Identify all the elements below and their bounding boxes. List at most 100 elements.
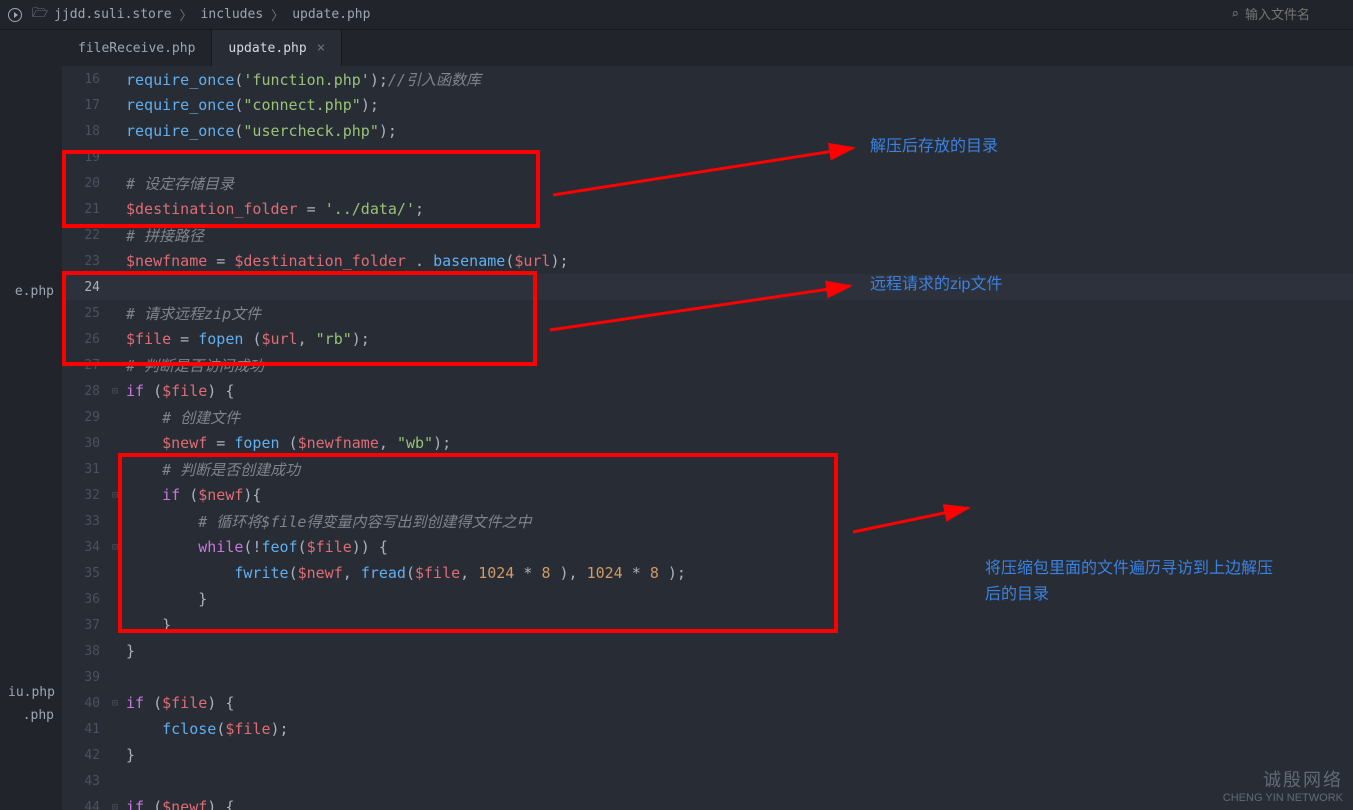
code-line[interactable]: 26 $file = fopen ($url, "rb"); — [62, 326, 1353, 352]
line-number: 37 — [62, 618, 112, 633]
code-line[interactable]: 17 require_once("connect.php"); — [62, 92, 1353, 118]
line-number: 32 — [62, 488, 112, 503]
tab-bar: fileReceive.php update.php × — [62, 30, 1353, 66]
code-line[interactable]: 19 — [62, 144, 1353, 170]
file-search[interactable]: ⌕ — [1231, 7, 1345, 22]
annotation-text: 将压缩包里面的文件遍历寻访到上边解压后的目录 — [985, 556, 1285, 607]
code-content: require_once("usercheck.php"); — [126, 122, 1353, 140]
line-number: 34 — [62, 540, 112, 555]
breadcrumb-file[interactable]: update.php — [292, 7, 370, 22]
code-line[interactable]: 41 fclose($file); — [62, 716, 1353, 742]
code-content: # 创建文件 — [126, 407, 1353, 428]
watermark-cn: 诚殷网络 — [1223, 766, 1343, 792]
code-line[interactable]: 38} — [62, 638, 1353, 664]
code-line[interactable]: 27 # 判断是否访问成功 — [62, 352, 1353, 378]
code-content: # 拼接路径 — [126, 225, 1353, 246]
code-editor[interactable]: 16require_once('function.php');//引入函数库17… — [62, 66, 1353, 810]
code-line[interactable]: 42} — [62, 742, 1353, 768]
code-line[interactable]: 25# 请求远程zip文件 — [62, 300, 1353, 326]
line-number: 44 — [62, 800, 112, 810]
line-number: 42 — [62, 748, 112, 763]
code-line[interactable]: 20 # 设定存储目录 — [62, 170, 1353, 196]
line-number: 36 — [62, 592, 112, 607]
close-icon[interactable]: × — [317, 40, 325, 56]
code-line[interactable]: 29 # 创建文件 — [62, 404, 1353, 430]
code-content: # 循环将$file得变量内容写出到创建得文件之中 — [126, 511, 1353, 532]
line-number: 21 — [62, 202, 112, 217]
line-number: 22 — [62, 228, 112, 243]
line-number: 29 — [62, 410, 112, 425]
fold-icon[interactable]: ⊟ — [112, 490, 126, 501]
line-number: 27 — [62, 358, 112, 373]
search-icon: ⌕ — [1231, 7, 1239, 22]
code-content: if ($newf){ — [126, 486, 1353, 504]
code-content: } — [126, 642, 1353, 660]
code-line[interactable]: 31 # 判断是否创建成功 — [62, 456, 1353, 482]
line-number: 38 — [62, 644, 112, 659]
code-line[interactable]: 44⊟if ($newf) { — [62, 794, 1353, 810]
tab-filereceive[interactable]: fileReceive.php — [62, 30, 212, 66]
code-content: if ($file) { — [126, 382, 1353, 400]
line-number: 35 — [62, 566, 112, 581]
breadcrumb-sep: 〉 — [180, 5, 193, 24]
line-number: 24 — [62, 280, 112, 295]
search-input[interactable] — [1245, 7, 1345, 22]
breadcrumb-project[interactable]: jjdd.suli.store — [54, 7, 171, 22]
line-number: 30 — [62, 436, 112, 451]
line-number: 28 — [62, 384, 112, 399]
code-content: $destination_folder = '../data/'; — [126, 200, 1353, 218]
fold-icon[interactable]: ⊟ — [112, 698, 126, 709]
line-number: 19 — [62, 150, 112, 165]
tab-update[interactable]: update.php × — [212, 30, 342, 66]
code-line[interactable]: 30 $newf = fopen ($newfname, "wb"); — [62, 430, 1353, 456]
code-content: if ($newf) { — [126, 798, 1353, 810]
code-line[interactable]: 32⊟ if ($newf){ — [62, 482, 1353, 508]
sidebar: e.php iu.php .php — [0, 30, 62, 810]
code-line[interactable]: 16require_once('function.php');//引入函数库 — [62, 66, 1353, 92]
breadcrumb-folder[interactable]: includes — [201, 7, 264, 22]
code-line[interactable]: 40⊟if ($file) { — [62, 690, 1353, 716]
line-number: 20 — [62, 176, 112, 191]
fold-icon[interactable]: ⊟ — [112, 542, 126, 553]
code-line[interactable]: 33 # 循环将$file得变量内容写出到创建得文件之中 — [62, 508, 1353, 534]
code-content: # 判断是否访问成功 — [126, 355, 1353, 376]
code-line[interactable]: 28⊟if ($file) { — [62, 378, 1353, 404]
watermark: 诚殷网络 CHENG YIN NETWORK — [1223, 766, 1343, 804]
line-number: 23 — [62, 254, 112, 269]
watermark-en: CHENG YIN NETWORK — [1223, 792, 1343, 804]
code-content: while(!feof($file)) { — [126, 538, 1353, 556]
annotation-text: 解压后存放的目录 — [870, 132, 998, 156]
fold-icon[interactable]: ⊟ — [112, 386, 126, 397]
sidebar-item[interactable] — [0, 413, 62, 421]
line-number: 39 — [62, 670, 112, 685]
code-content: } — [126, 616, 1353, 634]
code-line[interactable]: 37 } — [62, 612, 1353, 638]
line-number: 26 — [62, 332, 112, 347]
code-line[interactable]: 21 $destination_folder = '../data/'; — [62, 196, 1353, 222]
fold-icon[interactable]: ⊟ — [112, 802, 126, 810]
code-content: $file = fopen ($url, "rb"); — [126, 330, 1353, 348]
code-content: $newfname = $destination_folder . basena… — [126, 252, 1353, 270]
line-number: 41 — [62, 722, 112, 737]
sidebar-item[interactable]: .php — [0, 704, 62, 727]
sidebar-item[interactable]: e.php — [0, 280, 62, 303]
code-content: } — [126, 746, 1353, 764]
tab-label: update.php — [228, 41, 306, 56]
code-line[interactable]: 24 — [62, 274, 1353, 300]
run-icon[interactable] — [8, 8, 22, 22]
line-number: 16 — [62, 72, 112, 87]
code-content: fclose($file); — [126, 720, 1353, 738]
line-number: 33 — [62, 514, 112, 529]
code-line[interactable]: 23 $newfname = $destination_folder . base… — [62, 248, 1353, 274]
annotation-text: 远程请求的zip文件 — [870, 270, 1002, 294]
sidebar-item[interactable]: iu.php — [0, 681, 62, 704]
code-content: require_once("connect.php"); — [126, 96, 1353, 114]
code-line[interactable]: 18require_once("usercheck.php"); — [62, 118, 1353, 144]
code-content: $newf = fopen ($newfname, "wb"); — [126, 434, 1353, 452]
code-content: # 判断是否创建成功 — [126, 459, 1353, 480]
code-content: # 设定存储目录 — [126, 173, 1353, 194]
code-line[interactable]: 39 — [62, 664, 1353, 690]
line-number: 17 — [62, 98, 112, 113]
code-line[interactable]: 43 — [62, 768, 1353, 794]
code-line[interactable]: 22 # 拼接路径 — [62, 222, 1353, 248]
